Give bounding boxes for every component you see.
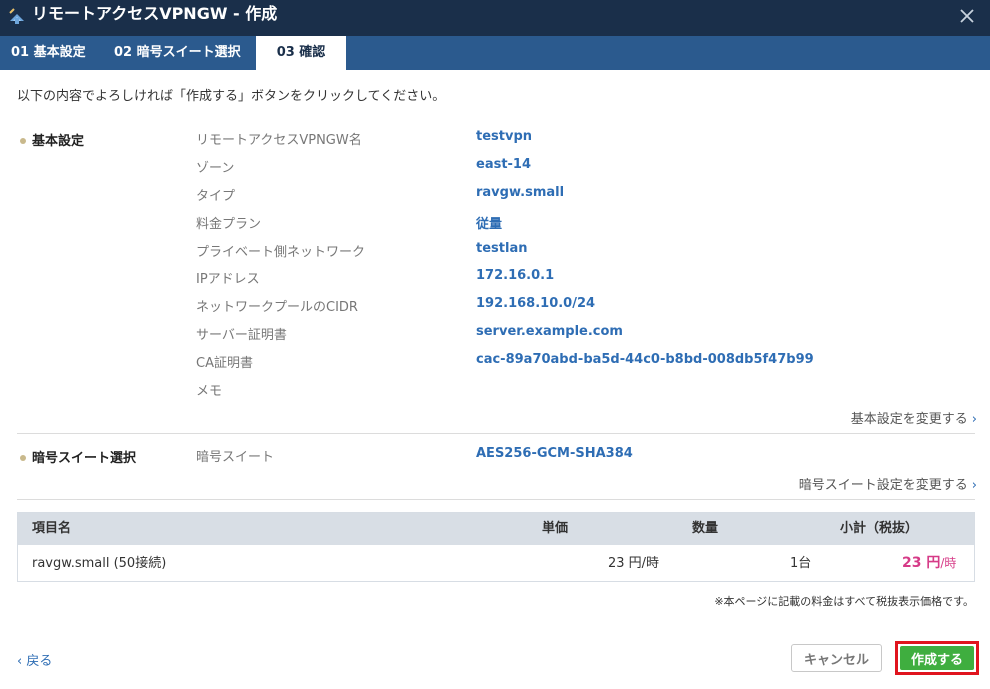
header-unit-price: 単価 xyxy=(542,521,569,536)
field-label: 暗号スイート xyxy=(196,450,275,465)
field-value: server.example.com xyxy=(476,324,623,339)
header-item: 項目名 xyxy=(32,521,72,536)
field-label: リモートアクセスVPNGW名 xyxy=(196,133,362,148)
field-label: プライベート側ネットワーク xyxy=(196,245,366,260)
vpn-logo-icon xyxy=(9,8,24,24)
field-label: ネットワークプールのCIDR xyxy=(196,300,358,315)
header-subtotal: 小計（税抜） xyxy=(840,521,919,536)
chevron-right-icon: › xyxy=(971,478,977,493)
field-value: AES256-GCM-SHA384 xyxy=(476,446,633,461)
close-icon xyxy=(960,9,974,23)
tab-basic-settings[interactable]: 01 基本設定 xyxy=(11,36,86,70)
create-button-highlight: 作成する xyxy=(895,641,979,675)
cell-quantity: 1台 xyxy=(790,556,812,571)
cell-item: ravgw.small (50接続) xyxy=(32,556,167,571)
close-button[interactable] xyxy=(944,0,990,32)
field-label: タイプ xyxy=(196,189,236,204)
tab-confirm[interactable]: 03 確認 xyxy=(256,36,346,70)
field-label: メモ xyxy=(196,384,223,399)
field-value: testlan xyxy=(476,241,528,256)
field-label: CA証明書 xyxy=(196,356,253,371)
window-title: リモートアクセスVPNGW - 作成 xyxy=(32,4,278,23)
chevron-right-icon: › xyxy=(971,412,977,427)
field-label: ゾーン xyxy=(196,161,235,176)
tax-note: ※本ページに記載の料金はすべて税抜表示価格です。 xyxy=(714,595,974,608)
edit-basic-settings-link[interactable]: 基本設定を変更する › xyxy=(851,408,977,427)
create-button[interactable]: 作成する xyxy=(900,646,974,670)
title-bar: リモートアクセスVPNGW - 作成 xyxy=(0,0,990,36)
cancel-button[interactable]: キャンセル xyxy=(791,644,882,672)
price-table: 項目名 単価 数量 小計（税抜） ravgw.small (50接続) 23 円… xyxy=(17,512,975,582)
cell-subtotal: 23 円/時 xyxy=(902,555,957,571)
section-cipher-suite: 暗号スイート選択 xyxy=(20,447,136,466)
header-quantity: 数量 xyxy=(692,521,719,536)
field-label: 料金プラン xyxy=(196,217,262,232)
bullet-icon xyxy=(20,454,26,461)
field-value: 172.16.0.1 xyxy=(476,268,555,283)
chevron-left-icon: ‹ xyxy=(17,654,27,669)
cell-unit-price: 23 円/時 xyxy=(608,556,660,571)
field-label: サーバー証明書 xyxy=(196,328,287,343)
intro-text: 以下の内容でよろしければ「作成する」ボタンをクリックしてください。 xyxy=(17,89,446,104)
field-value: cac-89a70abd-ba5d-44c0-b8bd-008db5f47b99 xyxy=(476,352,814,367)
bullet-icon xyxy=(20,137,26,144)
field-value: east-14 xyxy=(476,157,532,172)
tab-cipher-suite[interactable]: 02 暗号スイート選択 xyxy=(114,36,241,70)
back-link[interactable]: ‹ 戻る xyxy=(17,650,52,669)
field-value: 従量 xyxy=(476,217,503,232)
step-tabs: 01 基本設定 02 暗号スイート選択 03 確認 xyxy=(0,36,990,70)
edit-cipher-suite-link[interactable]: 暗号スイート設定を変更する › xyxy=(799,474,977,493)
table-header: 項目名 単価 数量 小計（税抜） xyxy=(18,513,974,545)
field-label: IPアドレス xyxy=(196,272,260,287)
divider xyxy=(17,433,975,434)
field-value: 192.168.10.0/24 xyxy=(476,296,596,311)
section-basic-settings: 基本設定 xyxy=(20,130,84,149)
divider xyxy=(17,499,975,500)
field-value: testvpn xyxy=(476,129,533,144)
field-value: ravgw.small xyxy=(476,185,565,200)
